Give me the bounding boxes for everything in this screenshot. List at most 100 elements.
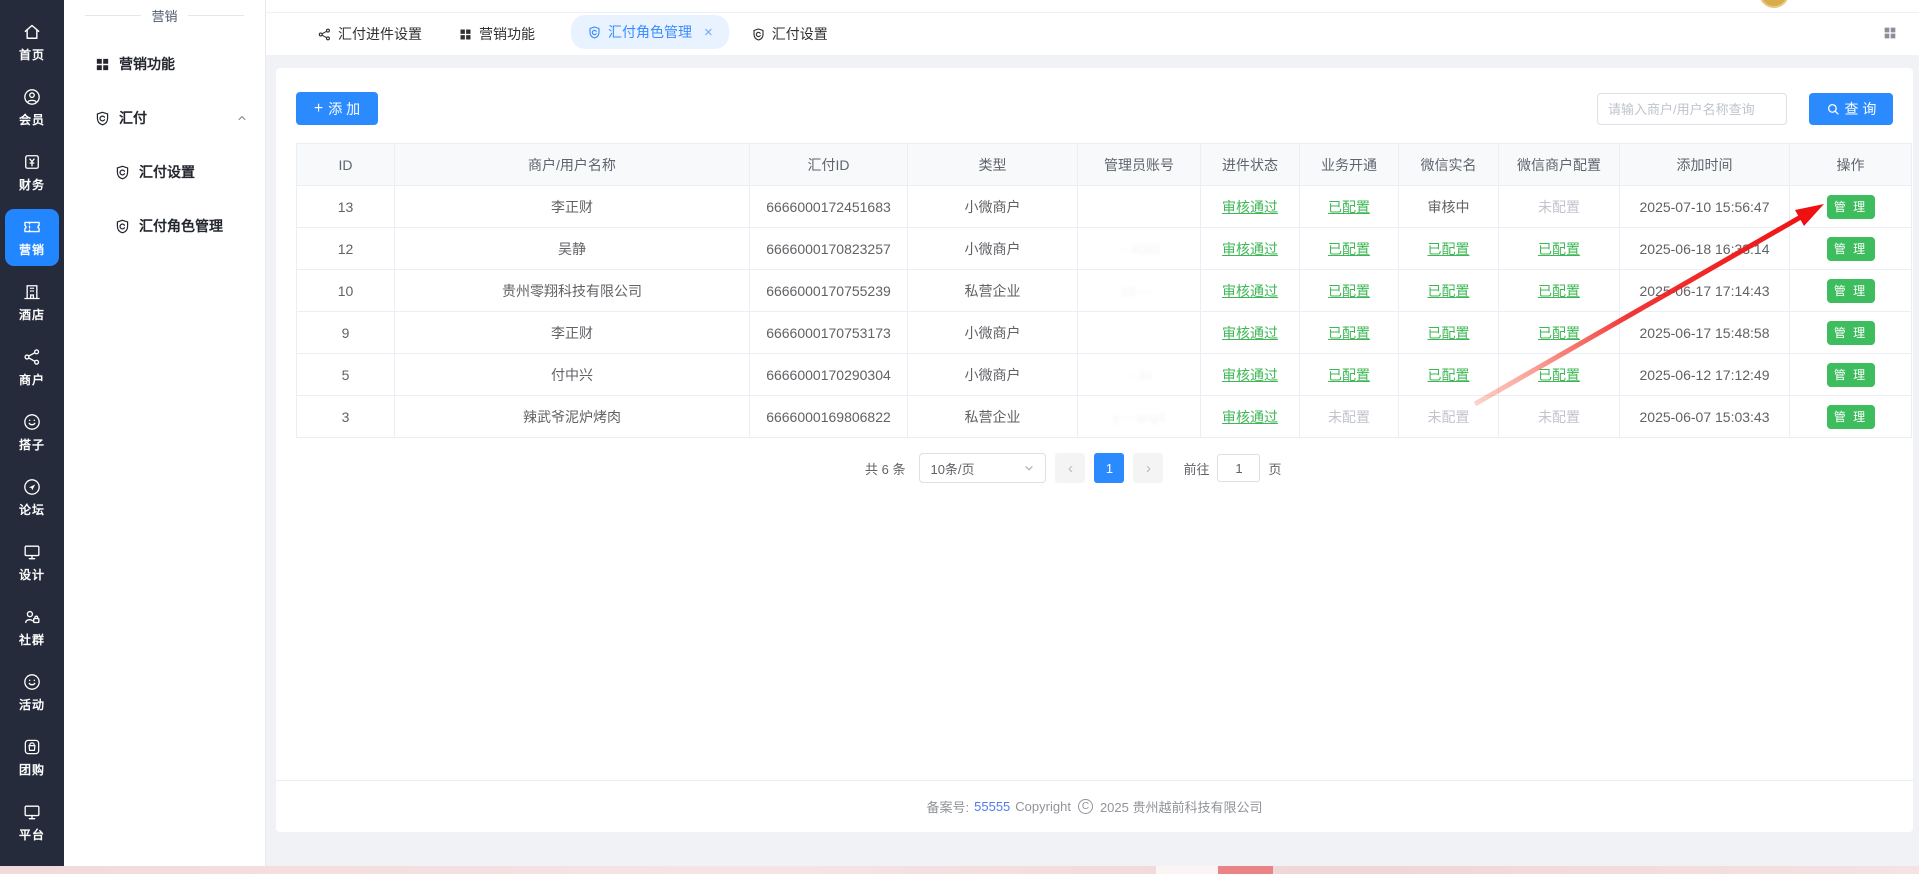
- admin-account-cell: ···34: [1078, 354, 1201, 396]
- status-link[interactable]: 审核通过: [1222, 283, 1278, 299]
- manage-button[interactable]: 管 理: [1827, 279, 1875, 303]
- status-link[interactable]: 审核通过: [1222, 199, 1278, 215]
- goto-page-input[interactable]: [1217, 454, 1260, 482]
- status-link[interactable]: 已配置: [1538, 283, 1580, 299]
- table-row: 13 李正财 6666000172451683 小微商户 审核通过 已配置 审核…: [297, 186, 1912, 228]
- layout-grid-toggle-icon[interactable]: [1882, 25, 1898, 41]
- sidebar-item-hotel[interactable]: 酒店: [0, 270, 64, 335]
- sidebar-item-marketing[interactable]: 营销: [0, 205, 64, 270]
- sidebar-item-label: 社群: [19, 631, 45, 648]
- redaction-smudge: [1089, 190, 1189, 222]
- col-id: ID: [297, 144, 395, 186]
- col-business: 业务开通: [1300, 144, 1399, 186]
- sidebar-item-finance[interactable]: 财务: [0, 140, 64, 205]
- status-link[interactable]: 审核通过: [1222, 325, 1278, 341]
- plus-icon: +: [314, 100, 323, 118]
- tab-huifu-settings[interactable]: 汇付设置: [751, 24, 828, 44]
- sidebar-item-label: 首页: [19, 46, 45, 63]
- status-link[interactable]: 已配置: [1538, 367, 1580, 383]
- chevron-down-icon: [1023, 462, 1035, 474]
- query-button[interactable]: 查 询: [1809, 93, 1893, 125]
- tab-bar: 汇付进件设置 营销功能 汇付角色管理 × 汇付设置: [266, 13, 1919, 55]
- menu-item-huifu-settings[interactable]: 汇付设置: [64, 152, 265, 192]
- status-link[interactable]: 已配置: [1428, 325, 1470, 341]
- menu-item-label: 汇付角色管理: [139, 216, 223, 236]
- current-page-button[interactable]: 1: [1094, 453, 1124, 483]
- status-link[interactable]: 审核通过: [1222, 409, 1278, 425]
- smiley-icon: [22, 412, 42, 432]
- prev-page-button[interactable]: ‹: [1055, 453, 1085, 483]
- manage-button[interactable]: 管 理: [1827, 405, 1875, 429]
- shopping-bag-icon: [22, 737, 42, 757]
- menu-item-marketing-functions[interactable]: 营销功能: [64, 44, 265, 84]
- status-link[interactable]: 已配置: [1328, 241, 1370, 257]
- chevron-up-icon: [235, 111, 249, 125]
- search-input[interactable]: [1597, 93, 1787, 125]
- col-huifu-id: 汇付ID: [750, 144, 908, 186]
- sidebar-item-community[interactable]: 社群: [0, 595, 64, 660]
- sidebar-item-label: 论坛: [19, 501, 45, 518]
- table-row: 3 辣武爷泥炉烤肉 6666000169806822 私营企业 y····ang…: [297, 396, 1912, 438]
- sidebar-item-dazi[interactable]: 搭子: [0, 400, 64, 465]
- status-link[interactable]: 已配置: [1428, 241, 1470, 257]
- sidebar-item-label: 设计: [19, 566, 45, 583]
- sidebar-item-members[interactable]: 会员: [0, 75, 64, 140]
- status-link[interactable]: 已配置: [1328, 199, 1370, 215]
- sidebar-item-label: 会员: [19, 111, 45, 128]
- company-name: 2025 贵州越前科技有限公司: [1100, 797, 1263, 816]
- menu-group-huifu[interactable]: 汇付: [64, 98, 265, 138]
- page-size-select[interactable]: 10条/页: [919, 453, 1046, 483]
- manage-button[interactable]: 管 理: [1827, 321, 1875, 345]
- menu-item-huifu-role-management[interactable]: 汇付角色管理: [64, 206, 265, 246]
- tab-huifu-onboarding-settings[interactable]: 汇付进件设置: [317, 24, 422, 44]
- manage-button[interactable]: 管 理: [1827, 237, 1875, 261]
- bottom-strip-light-segment: [1156, 866, 1218, 874]
- sidebar-item-platform[interactable]: 平台: [0, 790, 64, 855]
- status-link[interactable]: 审核通过: [1222, 241, 1278, 257]
- status-link[interactable]: 已配置: [1328, 367, 1370, 383]
- manage-button[interactable]: 管 理: [1827, 363, 1875, 387]
- sidebar-item-merchant[interactable]: 商户: [0, 335, 64, 400]
- send-icon: [22, 477, 42, 497]
- search-icon: [1826, 102, 1840, 116]
- goto-label: 前往: [1183, 459, 1209, 478]
- status-link[interactable]: 已配置: [1328, 325, 1370, 341]
- page-unit-label: 页: [1268, 459, 1281, 478]
- admin-account-cell: ···4093: [1078, 228, 1201, 270]
- grid-icon: [94, 56, 111, 73]
- beian-label: 备案号:: [927, 797, 970, 816]
- pagination: 共 6 条 10条/页 ‹ 1 › 前往 页: [865, 453, 1282, 483]
- bottom-strip-red-segment: [1218, 866, 1273, 874]
- sidebar-item-groupbuy[interactable]: 团购: [0, 725, 64, 790]
- admin-page: 首页 会员 财务 营销 酒店 商户 搭子 论坛: [0, 0, 1919, 874]
- beian-number-link[interactable]: 55555: [974, 799, 1010, 814]
- sidebar-item-design[interactable]: 设计: [0, 530, 64, 595]
- sidebar-item-label: 财务: [19, 176, 45, 193]
- status-link[interactable]: 已配置: [1428, 367, 1470, 383]
- redaction-smudge: [1089, 400, 1189, 432]
- divider: [188, 15, 244, 16]
- next-page-button[interactable]: ›: [1133, 453, 1163, 483]
- status-link[interactable]: 已配置: [1428, 283, 1470, 299]
- home-icon: [22, 22, 42, 42]
- merchant-table: ID 商户/用户名称 汇付ID 类型 管理员账号 进件状态 业务开通 微信实名 …: [296, 143, 1912, 438]
- tab-marketing-functions[interactable]: 营销功能: [458, 24, 535, 44]
- divider: [85, 15, 141, 16]
- status-link[interactable]: 已配置: [1538, 241, 1580, 257]
- col-type: 类型: [908, 144, 1078, 186]
- sidebar-item-forum[interactable]: 论坛: [0, 465, 64, 530]
- shield-icon: [587, 25, 602, 40]
- top-header-strip: [266, 0, 1919, 13]
- sidebar-item-home[interactable]: 首页: [0, 10, 64, 75]
- tab-huifu-role-management[interactable]: 汇付角色管理 ×: [571, 15, 729, 49]
- status-link[interactable]: 已配置: [1328, 283, 1370, 299]
- add-button[interactable]: + 添 加: [296, 92, 378, 125]
- col-time: 添加时间: [1620, 144, 1790, 186]
- col-admin: 管理员账号: [1078, 144, 1201, 186]
- manage-button[interactable]: 管 理: [1827, 195, 1875, 219]
- close-icon[interactable]: ×: [704, 24, 713, 41]
- status-link[interactable]: 已配置: [1538, 325, 1580, 341]
- sidebar-item-activity[interactable]: 活动: [0, 660, 64, 725]
- copyright-label: Copyright: [1015, 799, 1071, 814]
- status-link[interactable]: 审核通过: [1222, 367, 1278, 383]
